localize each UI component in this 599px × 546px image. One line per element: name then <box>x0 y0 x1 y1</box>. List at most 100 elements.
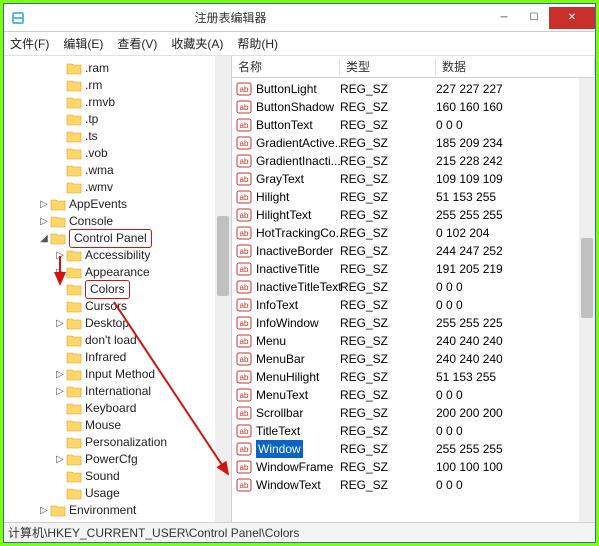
svg-text:ab: ab <box>240 103 249 112</box>
tree-item[interactable]: .ram <box>6 60 231 77</box>
list-row[interactable]: abScrollbarREG_SZ200 200 200 <box>232 404 595 422</box>
tree-item[interactable]: .vob <box>6 145 231 162</box>
expand-icon[interactable]: ▷ <box>54 264 66 281</box>
expand-icon[interactable]: ▷ <box>54 383 66 400</box>
menu-view[interactable]: 查看(V) <box>117 35 157 52</box>
value-name: ButtonShadow <box>256 98 334 116</box>
tree-item[interactable]: Mouse <box>6 417 231 434</box>
col-data[interactable]: 数据 <box>436 58 595 75</box>
list-row[interactable]: abButtonShadowREG_SZ160 160 160 <box>232 98 595 116</box>
value-data: 160 160 160 <box>436 98 595 116</box>
folder-icon <box>66 283 82 296</box>
list-row[interactable]: abButtonTextREG_SZ0 0 0 <box>232 116 595 134</box>
tree-item[interactable]: Infrared <box>6 349 231 366</box>
value-data: 240 240 240 <box>436 350 595 368</box>
list-row[interactable]: abInactiveTitleREG_SZ191 205 219 <box>232 260 595 278</box>
tree-item[interactable]: Sound <box>6 468 231 485</box>
tree-item[interactable]: ▷International <box>6 383 231 400</box>
tree-item[interactable]: .wma <box>6 162 231 179</box>
list-row[interactable]: abInfoTextREG_SZ0 0 0 <box>232 296 595 314</box>
tree-item[interactable]: .wmv <box>6 179 231 196</box>
list-row[interactable]: abButtonLightREG_SZ227 227 227 <box>232 80 595 98</box>
value-name: TitleText <box>256 422 300 440</box>
expand-icon[interactable]: ▷ <box>38 502 50 519</box>
menu-file[interactable]: 文件(F) <box>10 35 49 52</box>
list-row[interactable]: abHilightTextREG_SZ255 255 255 <box>232 206 595 224</box>
list-row[interactable]: abWindowTextREG_SZ0 0 0 <box>232 476 595 494</box>
list-row[interactable]: abHilightREG_SZ51 153 255 <box>232 188 595 206</box>
list-row[interactable]: abMenuTextREG_SZ0 0 0 <box>232 386 595 404</box>
svg-text:ab: ab <box>240 319 249 328</box>
value-data: 0 0 0 <box>436 278 595 296</box>
expand-icon[interactable]: ▷ <box>54 366 66 383</box>
string-value-icon: ab <box>236 226 252 240</box>
value-type: REG_SZ <box>340 296 436 314</box>
string-value-icon: ab <box>236 280 252 294</box>
value-data: 0 0 0 <box>436 116 595 134</box>
string-value-icon: ab <box>236 100 252 114</box>
expand-icon[interactable]: ◢ <box>38 230 50 247</box>
tree-item[interactable]: .rm <box>6 77 231 94</box>
tree-item[interactable]: .rmvb <box>6 94 231 111</box>
maximize-button[interactable]: ☐ <box>519 7 549 29</box>
list-row[interactable]: abGrayTextREG_SZ109 109 109 <box>232 170 595 188</box>
tree-item[interactable]: Personalization <box>6 434 231 451</box>
tree-item-label: Input Method <box>85 366 155 383</box>
value-name: WindowText <box>256 476 321 494</box>
expand-icon[interactable]: ▷ <box>54 451 66 468</box>
tree-item[interactable]: ▷Desktop <box>6 315 231 332</box>
tree-item[interactable]: ▷Appearance <box>6 264 231 281</box>
list-row[interactable]: abGradientActive...REG_SZ185 209 234 <box>232 134 595 152</box>
svg-text:ab: ab <box>240 175 249 184</box>
list-row[interactable]: abMenuREG_SZ240 240 240 <box>232 332 595 350</box>
col-type[interactable]: 类型 <box>340 58 436 75</box>
tree-scrollbar[interactable] <box>215 56 231 522</box>
tree-item[interactable]: ▷Console <box>6 213 231 230</box>
value-data: 0 0 0 <box>436 296 595 314</box>
value-name: HilightText <box>256 206 311 224</box>
list-row[interactable]: abInfoWindowREG_SZ255 255 225 <box>232 314 595 332</box>
list-row[interactable]: abTitleTextREG_SZ0 0 0 <box>232 422 595 440</box>
expand-icon[interactable]: ▷ <box>38 196 50 213</box>
tree-item[interactable]: ▷Accessibility <box>6 247 231 264</box>
list-row[interactable]: abGradientInacti...REG_SZ215 228 242 <box>232 152 595 170</box>
menu-edit[interactable]: 编辑(E) <box>63 35 103 52</box>
col-name[interactable]: 名称 <box>232 58 340 75</box>
expand-icon[interactable]: ▷ <box>54 247 66 264</box>
tree-item[interactable]: ▷Environment <box>6 502 231 519</box>
tree-item[interactable]: ◢Control Panel <box>6 230 231 247</box>
tree-item[interactable]: Cursors <box>6 298 231 315</box>
tree-item[interactable]: .ts <box>6 128 231 145</box>
tree-item[interactable]: don't load <box>6 332 231 349</box>
close-button[interactable]: ✕ <box>549 7 595 29</box>
list-row[interactable]: abMenuBarREG_SZ240 240 240 <box>232 350 595 368</box>
value-type: REG_SZ <box>340 404 436 422</box>
value-name: MenuText <box>256 386 308 404</box>
tree-item[interactable]: ▷AppEvents <box>6 196 231 213</box>
tree-item[interactable]: Keyboard <box>6 400 231 417</box>
list-row[interactable]: abHotTrackingCo...REG_SZ0 102 204 <box>232 224 595 242</box>
list-row[interactable]: abInactiveTitleTextREG_SZ0 0 0 <box>232 278 595 296</box>
svg-text:ab: ab <box>240 409 249 418</box>
tree-item-label: .rmvb <box>85 94 115 111</box>
svg-text:ab: ab <box>240 355 249 364</box>
minimize-button[interactable]: ─ <box>489 7 519 29</box>
tree-item[interactable]: ▷PowerCfg <box>6 451 231 468</box>
list-row[interactable]: abInactiveBorderREG_SZ244 247 252 <box>232 242 595 260</box>
tree-item[interactable]: Usage <box>6 485 231 502</box>
list-row[interactable]: abWindowREG_SZ255 255 255 <box>232 440 595 458</box>
tree-item-label: .wmv <box>85 179 113 196</box>
tree-item-label: don't load <box>85 332 137 349</box>
value-name: GradientActive... <box>256 134 345 152</box>
menu-help[interactable]: 帮助(H) <box>237 35 278 52</box>
expand-icon[interactable]: ▷ <box>38 213 50 230</box>
tree-item[interactable]: .tp <box>6 111 231 128</box>
tree-item[interactable]: ▷ Input Method <box>6 366 231 383</box>
list-scrollbar[interactable] <box>579 78 595 522</box>
tree-item[interactable]: Colors <box>6 281 231 298</box>
expand-icon[interactable]: ▷ <box>54 315 66 332</box>
list-row[interactable]: abWindowFrameREG_SZ100 100 100 <box>232 458 595 476</box>
list-row[interactable]: abMenuHilightREG_SZ51 153 255 <box>232 368 595 386</box>
svg-text:ab: ab <box>240 463 249 472</box>
menu-favorites[interactable]: 收藏夹(A) <box>171 35 223 52</box>
